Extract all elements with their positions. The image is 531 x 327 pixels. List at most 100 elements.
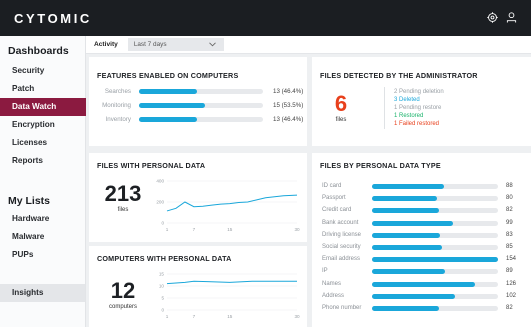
series-line (166, 194, 298, 212)
user-icon[interactable] (506, 12, 517, 23)
y-tick-label: 200 (156, 200, 164, 205)
card-title: FILES BY PERSONAL DATA TYPE (320, 161, 441, 170)
card-title: FILES DETECTED BY THE ADMINISTRATOR (320, 71, 478, 80)
sidebar-item-pups[interactable]: PUPs (0, 246, 86, 264)
sidebar-item-reports[interactable]: Reports (0, 152, 86, 170)
sidebar-item-security[interactable]: Security (0, 62, 86, 80)
data-type-row: Address 102 (320, 292, 531, 302)
my-lists-heading: My Lists (8, 195, 51, 207)
sidebar-item-malware[interactable]: Malware (0, 228, 86, 246)
data-type-value: 80 (506, 195, 513, 202)
computers-line-chart: 15 10 5 01 7 15 30 (159, 272, 300, 319)
feature-row: Inventory 13 (46.4%) (97, 115, 304, 125)
sidebar-item-insights[interactable]: Insights (0, 284, 85, 302)
status-line: 1 Pending restore (394, 105, 442, 111)
x-tick-label: 15 (227, 314, 233, 319)
sidebar-item-licenses[interactable]: Licenses (0, 134, 86, 152)
x-tick-label: 30 (294, 227, 300, 232)
computers-personal-data-card: COMPUTERS WITH PERSONAL DATA 12 computer… (89, 246, 307, 327)
data-type-label: IP (322, 268, 328, 275)
activity-dropdown[interactable]: Last 7 days (127, 38, 224, 51)
sidebar-item-data-watch[interactable]: Data Watch (0, 98, 86, 116)
y-tick-label: 5 (161, 296, 164, 301)
settings-icon[interactable] (487, 12, 498, 23)
admin-files-card: FILES DETECTED BY THE ADMINISTRATOR 6 fi… (312, 57, 531, 146)
sidebar-item-encryption[interactable]: Encryption (0, 116, 86, 134)
feature-label: Searches (104, 88, 131, 95)
data-type-value: 83 (506, 231, 513, 238)
data-type-label: Bank account (322, 219, 359, 226)
data-type-label: Names (322, 280, 342, 287)
sidebar-item-hardware[interactable]: Hardware (0, 210, 86, 228)
status-line: 2 Pending deletion (394, 89, 444, 95)
status-line: 1 Failed restored (394, 121, 440, 127)
data-type-label: Driving license (322, 231, 362, 238)
data-type-card: FILES BY PERSONAL DATA TYPE ID card 88 Pas… (312, 153, 531, 327)
admin-files-unit: files (335, 117, 347, 123)
data-type-value: 89 (506, 268, 513, 275)
y-tick-label: 0 (161, 221, 164, 226)
data-type-row: Names 126 (320, 280, 531, 290)
files-count: 213 (104, 181, 142, 206)
computers-unit: computers (108, 304, 137, 310)
data-type-value: 85 (506, 244, 513, 250)
data-type-bar (372, 245, 442, 250)
feature-bar (139, 89, 197, 94)
activity-label: Activity (94, 41, 118, 48)
feature-value: 13 (46.4%) (273, 116, 304, 123)
data-type-value: 88 (506, 183, 513, 189)
status-line: 1 Restored (394, 113, 424, 119)
feature-value: 15 (53.5%) (273, 102, 304, 109)
x-tick-label: 1 (166, 227, 169, 232)
files-personal-data-card: FILES WITH PERSONAL DATA 213 files 400 20… (89, 153, 307, 242)
computers-count: 12 (110, 278, 136, 303)
feature-row: Monitoring 15 (53.5%) (97, 101, 303, 111)
status-line: 3 Deleted (394, 97, 420, 103)
data-type-value: 82 (506, 305, 513, 311)
y-tick-label: 0 (161, 308, 164, 313)
data-type-label: Credit card (322, 207, 352, 214)
data-type-value: 154 (506, 256, 517, 263)
data-type-row: Email address 154 (320, 255, 531, 265)
data-type-bar (372, 232, 440, 238)
logo: CYTOMIC (14, 10, 92, 26)
x-tick-label: 15 (227, 227, 233, 232)
data-type-row: Phone number 82 (320, 304, 531, 314)
data-type-bar (372, 208, 440, 214)
series-line (166, 280, 297, 285)
data-type-bar (372, 184, 444, 189)
y-tick-label: 15 (159, 272, 165, 277)
card-title: FILES WITH PERSONAL DATA (97, 161, 206, 170)
data-type-bar (372, 257, 498, 263)
admin-files-count: 6 (334, 91, 348, 116)
data-type-row: Credit card 82 (320, 206, 531, 216)
activity-dropdown-value: Last 7 days (133, 41, 167, 48)
data-type-label: Passport (322, 195, 346, 202)
feature-label: Monitoring (102, 102, 131, 109)
data-type-bar (372, 306, 440, 311)
sidebar-item-patch[interactable]: Patch (0, 80, 86, 98)
data-type-label: Email address (322, 256, 361, 263)
files-line-chart: 400 200 01 7 15 30 (156, 179, 300, 232)
x-tick-label: 1 (166, 314, 169, 319)
x-tick-label: 7 (193, 314, 196, 319)
data-type-row: Passport 80 (320, 194, 531, 204)
data-type-row: Bank account 99 (320, 219, 531, 229)
data-type-bar (372, 281, 476, 287)
files-unit: files (117, 207, 129, 213)
data-type-bar (372, 196, 438, 202)
data-type-label: Address (322, 292, 345, 299)
data-type-row: ID card 88 (320, 182, 531, 192)
data-type-label: Social security (322, 244, 361, 250)
feature-value: 13 (46.4%) (273, 88, 304, 95)
data-type-bar (372, 293, 456, 299)
data-type-bar (372, 220, 453, 226)
feature-row: Searches 13 (46.4%) (97, 87, 303, 97)
card-title: COMPUTERS WITH PERSONAL DATA (97, 254, 232, 263)
data-type-value: 82 (506, 207, 513, 214)
x-tick-label: 7 (193, 227, 196, 232)
feature-bar (139, 117, 197, 122)
data-type-row: Social security 85 (320, 243, 531, 253)
top-bar: CYTOMIC (0, 0, 531, 36)
data-type-value: 99 (506, 219, 513, 226)
